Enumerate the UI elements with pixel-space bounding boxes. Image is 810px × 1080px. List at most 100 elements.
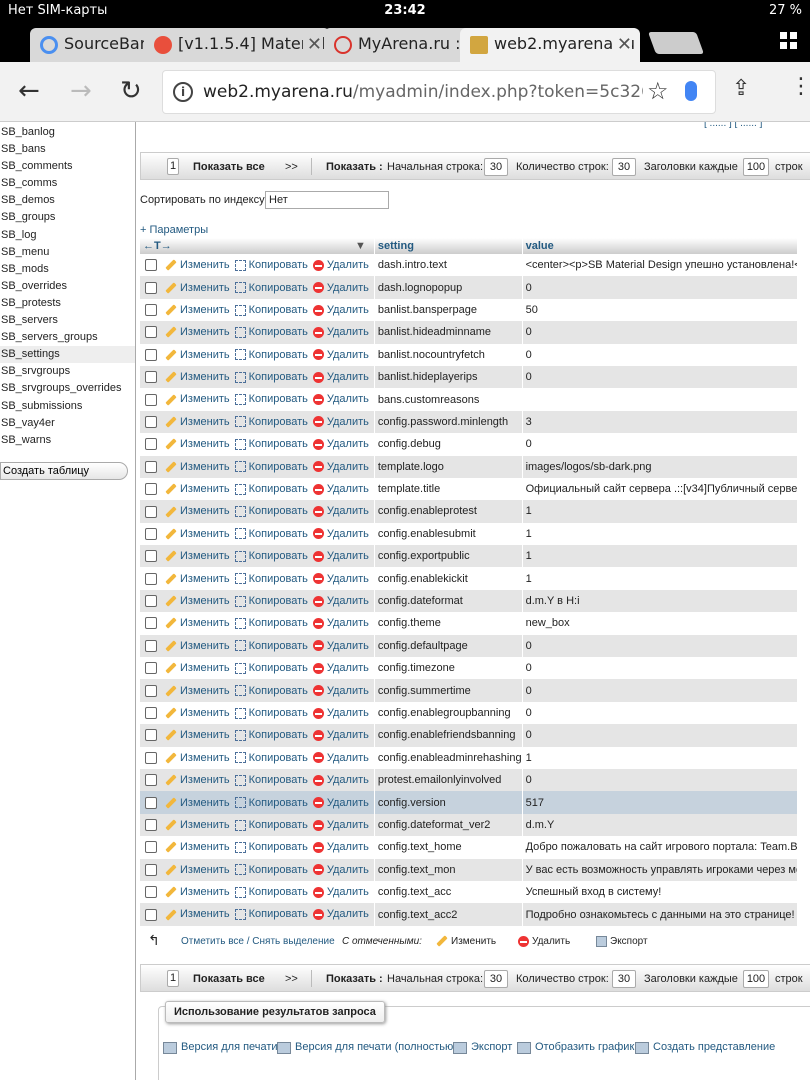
setting-cell[interactable]: protest.emailonlyinvolved (374, 768, 523, 792)
delete-button[interactable]: Удалить (312, 304, 369, 316)
setting-cell[interactable]: banlist.hideadminname (374, 321, 523, 344)
delete-button[interactable]: Удалить (312, 505, 369, 517)
copy-button[interactable]: Копировать (234, 707, 308, 719)
delete-button[interactable]: Удалить (312, 438, 369, 450)
edit-button[interactable]: Изменить (165, 259, 230, 271)
value-cell[interactable]: 50 (522, 298, 798, 322)
row-checkbox[interactable] (145, 572, 157, 585)
setting-cell[interactable]: dash.intro.text (374, 254, 523, 277)
delete-button[interactable]: Удалить (312, 416, 369, 428)
row-checkbox[interactable] (145, 774, 157, 787)
table-row[interactable]: Изменить Копировать Удалить dash.intro.text… (140, 254, 798, 277)
table-row[interactable]: Изменить Копировать Удалить config.timezone… (140, 657, 798, 680)
sidebar-table-item[interactable]: SB_srvgroups (0, 363, 135, 380)
top-links[interactable]: [ ...... ] [ ...... ] (704, 122, 762, 129)
table-row[interactable]: Изменить Копировать Удалить banlist.nocount… (140, 343, 798, 366)
show-button[interactable]: Показать : (326, 973, 383, 985)
row-checkbox[interactable] (145, 819, 157, 831)
delete-button[interactable]: Удалить (312, 774, 369, 786)
bulk-delete-button[interactable]: Удалить (518, 936, 570, 947)
table-row[interactable]: Изменить Копировать Удалить config.summerti… (140, 679, 798, 702)
share-icon[interactable]: ⇪ (732, 76, 750, 101)
value-cell[interactable] (522, 388, 798, 411)
edit-button[interactable]: Изменить (165, 282, 230, 294)
value-cell[interactable]: 0 (522, 768, 798, 792)
copy-button[interactable]: Копировать (234, 550, 308, 562)
info-icon[interactable]: i (173, 82, 193, 102)
url-text[interactable]: web2.myarena.ru/myadmin/index.php?token=… (203, 82, 643, 102)
value-cell[interactable]: 0 (522, 701, 798, 725)
value-cell[interactable]: Добро пожаловать на сайт игрового портал… (522, 836, 798, 859)
delete-button[interactable]: Удалить (312, 640, 369, 652)
setting-cell[interactable]: config.enableadminrehashing (374, 746, 523, 769)
bulk-export-button[interactable]: Экспорт (596, 936, 648, 947)
forward-arrow-icon[interactable]: → (70, 76, 92, 106)
edit-button[interactable]: Изменить (165, 774, 230, 786)
row-checkbox[interactable] (145, 550, 157, 563)
row-checkbox[interactable] (145, 415, 157, 428)
edit-button[interactable]: Изменить (165, 729, 230, 741)
copy-button[interactable]: Копировать (234, 864, 308, 876)
value-cell[interactable]: new_box (522, 612, 798, 635)
row-checkbox[interactable] (145, 483, 157, 496)
copy-button[interactable]: Копировать (234, 886, 308, 898)
tab-web2-myarena[interactable]: web2.myarena.ru ✕ (460, 28, 640, 62)
display-chart-link[interactable]: Отобразить график (535, 1041, 634, 1053)
copy-button[interactable]: Копировать (234, 617, 308, 629)
show-button[interactable]: Показать : (326, 161, 383, 173)
value-cell[interactable]: У вас есть возможность управлять игрокам… (522, 858, 798, 881)
close-tab-icon[interactable]: ✕ (612, 34, 632, 55)
setting-cell[interactable]: config.summertime (374, 679, 523, 702)
delete-button[interactable]: Удалить (312, 393, 369, 405)
row-checkbox[interactable] (145, 505, 157, 518)
edit-button[interactable]: Изменить (165, 573, 230, 585)
edit-button[interactable]: Изменить (165, 864, 230, 876)
value-cell[interactable]: 3 (522, 410, 798, 434)
copy-button[interactable]: Копировать (234, 841, 308, 853)
edit-button[interactable]: Изменить (165, 752, 230, 764)
table-row[interactable]: Изменить Копировать Удалить config.enablesu… (140, 522, 798, 546)
edit-button[interactable]: Изменить (165, 483, 230, 495)
value-cell[interactable]: Успешный вход в систему! (522, 880, 798, 904)
delete-button[interactable]: Удалить (312, 573, 369, 585)
copy-button[interactable]: Копировать (234, 662, 308, 674)
create-table-button[interactable]: Создать таблицу (0, 461, 128, 480)
delete-button[interactable]: Удалить (312, 282, 369, 294)
actions-column-header[interactable]: ←T→ ▼ (140, 238, 375, 254)
table-row[interactable]: Изменить Копировать Удалить banlist.bansper… (140, 298, 798, 322)
setting-cell[interactable]: config.enablegroupbanning (374, 701, 523, 725)
sidebar-table-item[interactable]: SB_log (0, 227, 135, 244)
next-page-button[interactable]: >> (285, 973, 298, 985)
value-cell[interactable]: 1 (522, 500, 798, 523)
setting-cell[interactable]: config.text_acc2 (374, 903, 523, 926)
page-number[interactable]: 1 (167, 970, 179, 987)
row-count-input[interactable]: 30 (612, 970, 636, 988)
table-row[interactable]: Изменить Копировать Удалить config.enablead… (140, 746, 798, 769)
delete-button[interactable]: Удалить (312, 841, 369, 853)
delete-button[interactable]: Удалить (312, 864, 369, 876)
delete-button[interactable]: Удалить (312, 752, 369, 764)
edit-button[interactable]: Изменить (165, 550, 230, 562)
setting-cell[interactable]: config.dateformat (374, 589, 523, 613)
delete-button[interactable]: Удалить (312, 707, 369, 719)
copy-button[interactable]: Копировать (234, 349, 308, 361)
table-row[interactable]: Изменить Копировать Удалить banlist.hidepla… (140, 365, 798, 389)
edit-button[interactable]: Изменить (165, 707, 230, 719)
table-row[interactable]: Изменить Копировать Удалить bans.customreas… (140, 388, 798, 411)
delete-button[interactable]: Удалить (312, 371, 369, 383)
value-cell[interactable]: <center><p>SB Material Design упешно уст… (522, 254, 798, 277)
copy-button[interactable]: Копировать (234, 729, 308, 741)
setting-cell[interactable]: bans.customreasons (374, 388, 523, 411)
row-checkbox[interactable] (145, 617, 157, 630)
row-checkbox[interactable] (145, 326, 157, 339)
row-checkbox[interactable] (145, 348, 157, 361)
edit-button[interactable]: Изменить (165, 617, 230, 629)
check-all-link[interactable]: Отметить все / Снять выделение (181, 936, 335, 947)
print-full-link[interactable]: Версия для печати (полностью) (295, 1041, 457, 1053)
value-cell[interactable]: 1 (522, 746, 798, 769)
tab-material[interactable]: [v1.1.5.4] Material ✕ (144, 28, 330, 62)
edit-button[interactable]: Изменить (165, 886, 230, 898)
table-row[interactable]: Изменить Копировать Удалить config.password… (140, 410, 798, 434)
headers-every-input[interactable]: 100 (743, 970, 769, 988)
table-row[interactable]: Изменить Копировать Удалить dash.lognopopup… (140, 276, 798, 299)
